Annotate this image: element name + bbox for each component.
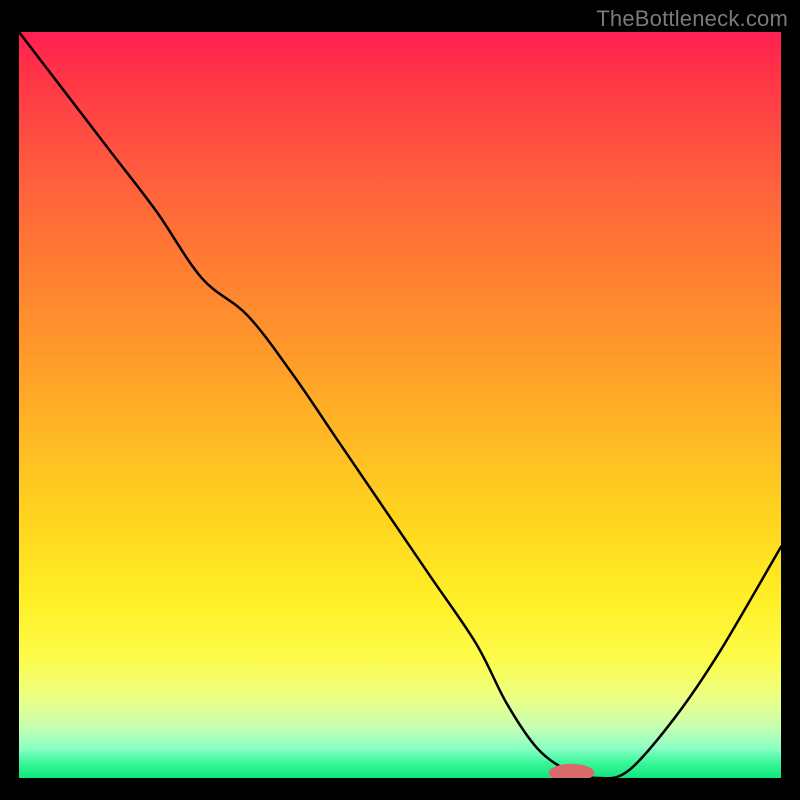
plot-area xyxy=(19,32,781,778)
plot-border xyxy=(17,30,783,780)
bottleneck-curve xyxy=(19,32,781,778)
chart-container: TheBottleneck.com xyxy=(0,0,800,800)
watermark-text: TheBottleneck.com xyxy=(596,6,788,32)
chart-svg xyxy=(19,32,781,778)
optimal-marker xyxy=(549,764,595,778)
